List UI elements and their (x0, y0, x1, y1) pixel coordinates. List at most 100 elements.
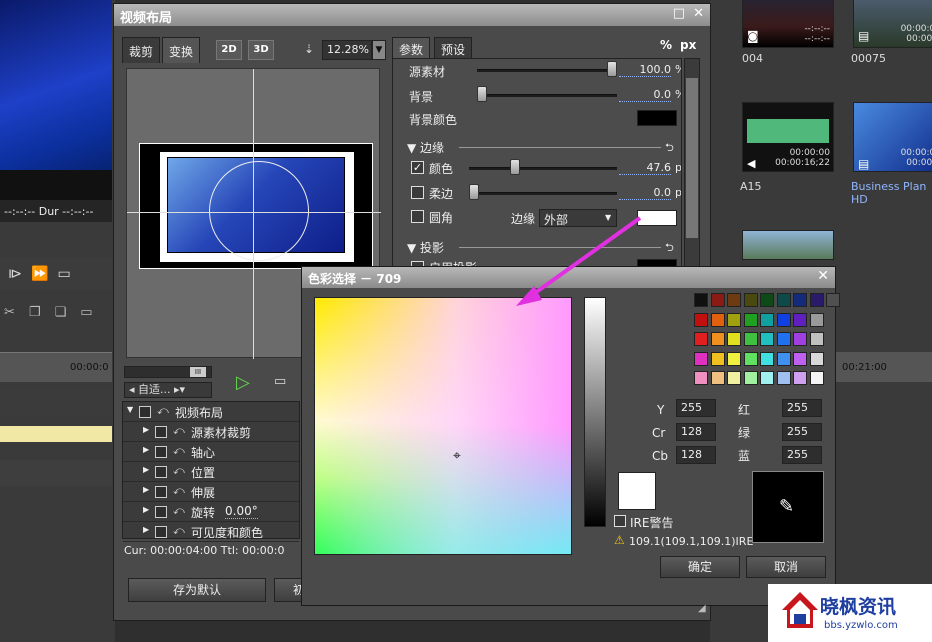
palette-swatch[interactable] (809, 293, 824, 307)
soft-edge-checkbox[interactable] (411, 186, 424, 199)
expand-icon[interactable]: ▶ (143, 465, 149, 474)
palette-swatch[interactable] (694, 312, 708, 327)
palette-swatch[interactable] (727, 293, 741, 307)
y-field[interactable]: 255 (676, 399, 716, 417)
scrollbar-thumb[interactable] (686, 78, 698, 238)
palette-swatch[interactable] (694, 293, 708, 307)
tree-item[interactable]: ▶ ⤺ 位置 (123, 462, 299, 482)
soft-edge-value[interactable]: 0.0 (619, 186, 671, 200)
thumbnail-00075[interactable]: ▤ 00:00:00 00:00:0 (853, 0, 932, 48)
tree-item[interactable]: ▶ ⤺ 伸展 (123, 482, 299, 502)
border-section[interactable]: ▼ 边缘 (407, 139, 444, 156)
palette-swatch[interactable] (743, 351, 758, 366)
tab-crop[interactable]: 裁剪 (122, 37, 161, 63)
tree-item[interactable]: ▶ ⤺ 旋转 0.00° (123, 502, 299, 522)
expand-icon[interactable]: ▶ (143, 425, 149, 434)
background-slider[interactable] (477, 94, 617, 97)
step-forward-icon[interactable]: ⧐ (8, 266, 22, 282)
palette-swatch[interactable] (710, 351, 725, 366)
reset-icon[interactable]: ⤺ (173, 504, 185, 518)
palette-swatch[interactable] (727, 332, 741, 346)
shadow-section[interactable]: ▼ 投影 (407, 239, 444, 256)
slider-handle[interactable] (469, 184, 479, 200)
color-spectrum[interactable]: ⌖ (314, 297, 572, 555)
slider-handle[interactable] (510, 159, 521, 175)
border-color-swatch[interactable] (637, 210, 677, 226)
palette-swatch[interactable] (694, 332, 708, 346)
close-icon[interactable]: ✕ (817, 268, 829, 284)
resize-grip-icon[interactable]: ◢ (698, 603, 706, 614)
tab-params[interactable]: 参数 (392, 37, 431, 59)
eyedropper-button[interactable]: ✎ (752, 471, 824, 543)
palette-swatch[interactable] (694, 351, 708, 366)
palette-swatch[interactable] (809, 332, 824, 346)
rotation-handle[interactable] (209, 161, 309, 261)
border-width-slider[interactable] (469, 167, 617, 170)
reset-icon[interactable]: ⤺ (173, 484, 185, 498)
unit-percent-button[interactable]: % (660, 38, 672, 52)
crosshair-icon[interactable]: ⌖ (449, 448, 465, 464)
thumbnail[interactable] (742, 230, 834, 260)
palette-swatch[interactable] (743, 293, 758, 307)
luminance-slider[interactable] (584, 297, 606, 527)
ok-button[interactable]: 确定 (660, 556, 740, 578)
reset-icon[interactable]: ⤺ (173, 524, 185, 538)
expand-icon[interactable]: ▶ (143, 525, 149, 534)
chevron-down-icon[interactable]: ▼ (605, 209, 611, 227)
expand-icon[interactable]: ▼ (127, 405, 133, 414)
slider-handle[interactable] (607, 61, 617, 77)
palette-swatch[interactable] (710, 332, 725, 346)
palette-swatch[interactable] (727, 312, 741, 327)
palette-swatch[interactable] (776, 371, 791, 385)
checkbox[interactable] (155, 446, 167, 458)
slider-handle[interactable] (477, 86, 487, 102)
track[interactable] (0, 460, 112, 486)
expand-icon[interactable]: ▶ (143, 445, 149, 454)
checkbox[interactable] (155, 466, 167, 478)
palette-swatch[interactable] (809, 312, 824, 327)
cancel-button[interactable]: 取消 (746, 556, 826, 578)
palette-swatch[interactable] (793, 293, 807, 307)
checkbox[interactable] (155, 526, 167, 538)
palette-swatch[interactable] (760, 332, 774, 346)
mode-2d-button[interactable]: 2D (216, 40, 242, 60)
source-slider[interactable] (477, 69, 617, 72)
cut-icon[interactable]: ✂ (4, 305, 15, 320)
palette-swatch[interactable] (793, 351, 807, 366)
copy-icon[interactable]: ❐ (29, 305, 41, 320)
reset-icon[interactable]: ⤺ (173, 444, 185, 458)
save-default-button[interactable]: 存为默认 (128, 578, 266, 602)
expand-icon[interactable]: ▶ (143, 505, 149, 514)
tab-transform[interactable]: 变换 (162, 37, 201, 63)
dialog-titlebar[interactable]: 色彩选择 － 709 (302, 267, 835, 288)
border-width-value[interactable]: 47.6 (619, 161, 671, 175)
color-checkbox[interactable]: ✓ (411, 161, 424, 174)
reset-icon[interactable]: ⮌ (665, 239, 674, 258)
soft-edge-slider[interactable] (469, 192, 617, 195)
tree-item[interactable]: ▶ ⤺ 轴心 (123, 442, 299, 462)
red-field[interactable]: 255 (782, 399, 822, 417)
reset-icon[interactable]: ⮌ (665, 139, 674, 158)
background-value[interactable]: 0.0 (619, 88, 671, 102)
mode-3d-button[interactable]: 3D (248, 40, 274, 60)
audio-clip[interactable] (0, 426, 112, 442)
checkbox[interactable] (139, 406, 151, 418)
maximize-icon[interactable]: □ (673, 6, 685, 21)
tab-presets[interactable]: 预设 (434, 37, 473, 59)
unit-px-button[interactable]: px (680, 38, 696, 52)
palette-swatch[interactable] (809, 371, 824, 385)
monitor-icon[interactable]: ▭ (57, 266, 70, 282)
rotation-value[interactable]: 0.00° (225, 504, 258, 519)
checkbox[interactable] (155, 426, 167, 438)
chevron-down-icon[interactable]: ▼ (372, 40, 386, 60)
reset-icon[interactable]: ⤺ (173, 424, 185, 438)
thumbnail-a15[interactable]: ◀ 00:00:00 00:00:16;22 (742, 102, 834, 172)
delete-icon[interactable]: ▭ (80, 305, 92, 320)
expand-icon[interactable]: ▶ (143, 485, 149, 494)
palette-swatch[interactable] (776, 293, 791, 307)
green-field[interactable]: 255 (782, 423, 822, 441)
source-value[interactable]: 100.0 (619, 63, 671, 77)
palette-swatch[interactable] (776, 351, 791, 366)
palette-swatch[interactable] (809, 351, 824, 366)
track[interactable] (0, 390, 112, 416)
